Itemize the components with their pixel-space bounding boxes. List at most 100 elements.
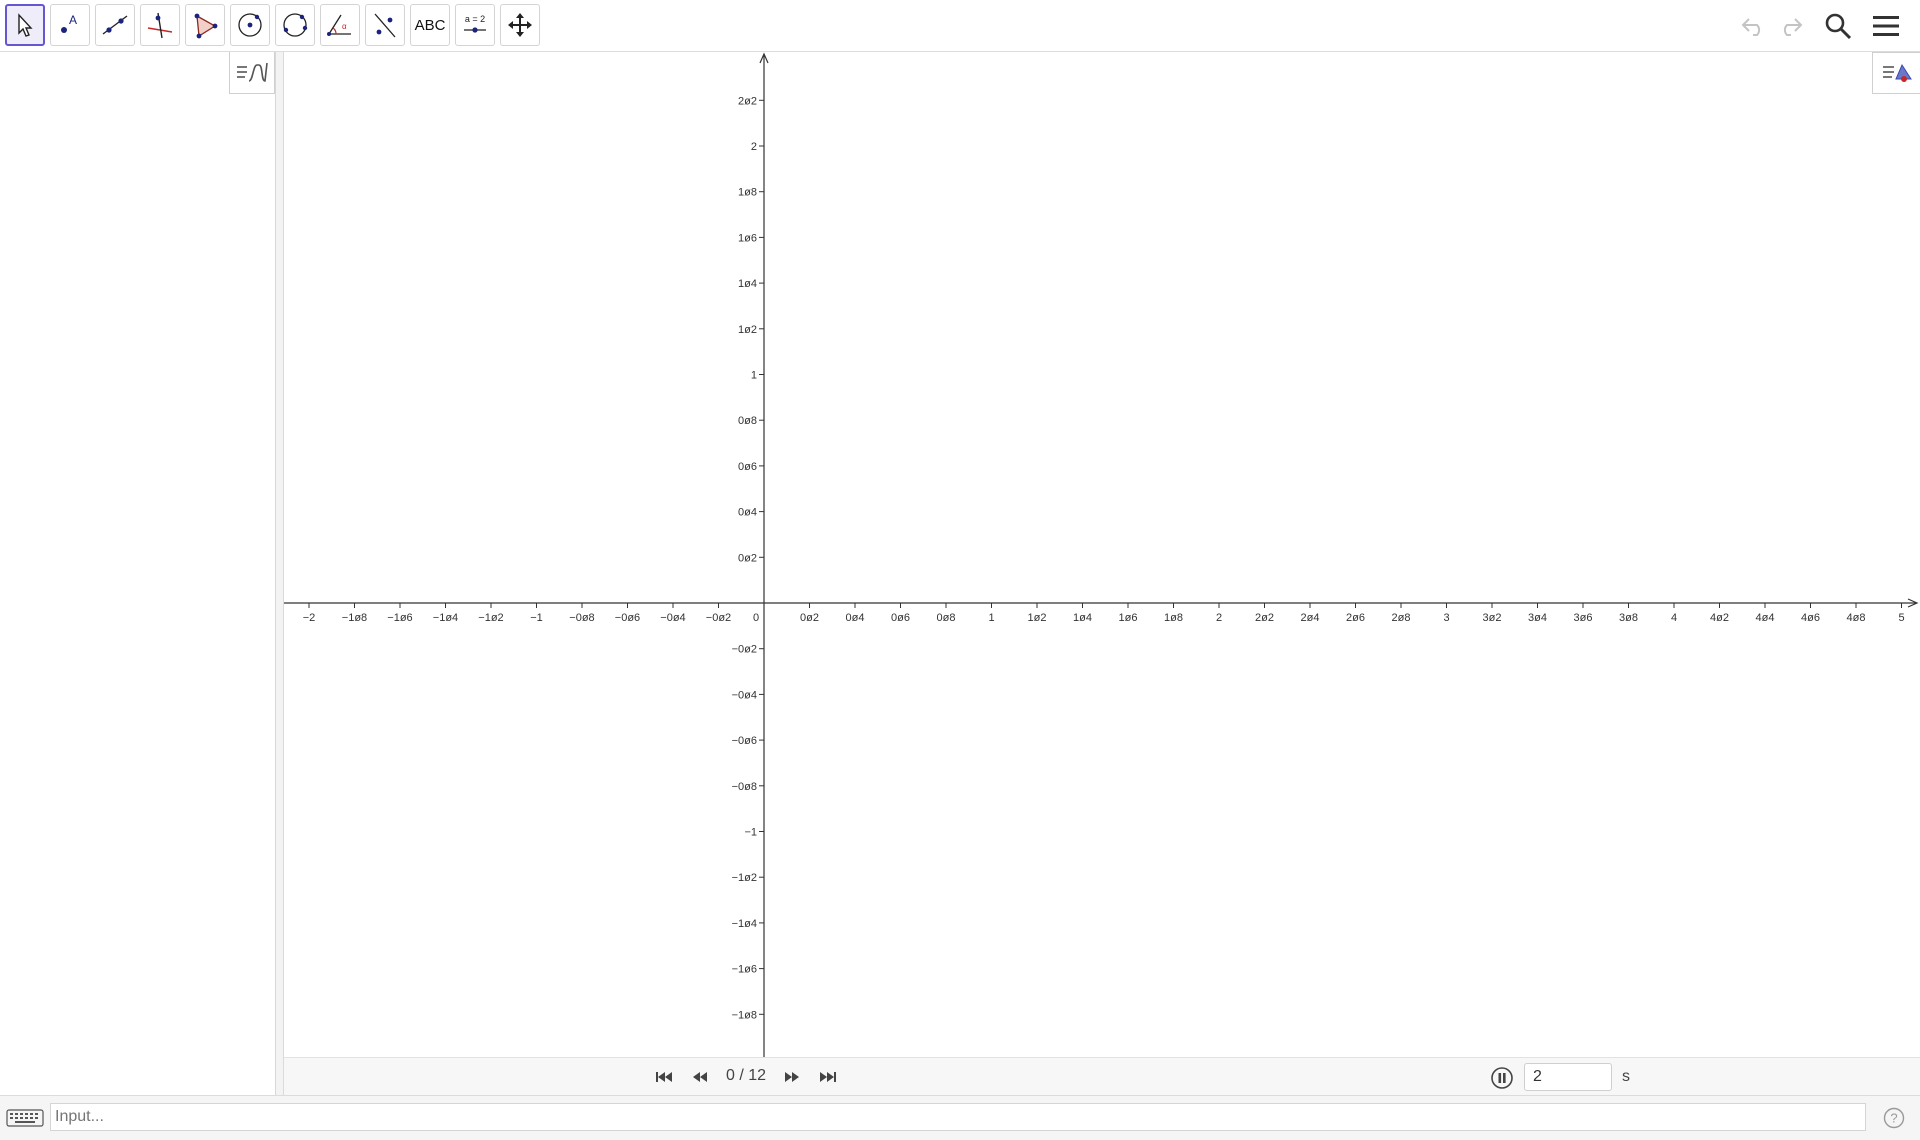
x-tick-label: −1ø2 xyxy=(478,612,503,624)
polygon-tool[interactable] xyxy=(185,4,225,46)
x-tick-label: 3ø8 xyxy=(1619,612,1638,624)
svg-text:α: α xyxy=(342,22,347,31)
y-tick-label: 1 xyxy=(751,370,757,382)
y-tick-label: −1ø8 xyxy=(732,1009,757,1021)
text-tool-label: ABC xyxy=(414,16,446,34)
play-pause-button[interactable] xyxy=(1490,1066,1514,1090)
x-tick-label: −0ø6 xyxy=(615,612,640,624)
y-tick-label: −0ø4 xyxy=(732,689,757,701)
reflect-tool[interactable] xyxy=(365,4,405,46)
slider-icon: a = 2 xyxy=(464,14,486,33)
y-tick-label: 0ø6 xyxy=(738,461,757,473)
x-tick-label: 2ø6 xyxy=(1346,612,1365,624)
circle-center-point-tool[interactable] xyxy=(230,4,270,46)
y-tick-label: −0ø6 xyxy=(732,735,757,747)
line-through-points-icon xyxy=(102,15,128,35)
graphics-style-bar-button[interactable] xyxy=(1872,52,1920,94)
point-tool[interactable]: A xyxy=(50,4,90,46)
next-step-button[interactable] xyxy=(782,1067,802,1087)
y-tick-label: −1ø4 xyxy=(732,918,757,930)
x-tick-label: 1ø2 xyxy=(1028,612,1047,624)
x-tick-label: 4ø4 xyxy=(1756,612,1775,624)
undo-icon xyxy=(1741,18,1761,36)
slider-tool-label: a = 2 xyxy=(465,14,485,24)
y-tick-label: 1ø2 xyxy=(738,324,757,336)
rewind-icon xyxy=(693,1072,707,1082)
redo-button[interactable] xyxy=(1774,10,1806,42)
x-tick-label: 3ø2 xyxy=(1483,612,1502,624)
first-step-button[interactable] xyxy=(654,1067,674,1087)
algebra-style-bar-button[interactable] xyxy=(229,52,275,94)
x-tick-label: 1 xyxy=(988,612,994,624)
x-tick-label: 3 xyxy=(1443,612,1449,624)
move-tool[interactable] xyxy=(5,4,45,46)
search-button[interactable] xyxy=(1822,10,1854,42)
slider-tool[interactable]: a = 2 xyxy=(455,4,495,46)
y-tick-label: 2 xyxy=(751,141,757,153)
x-tick-label: 4ø6 xyxy=(1801,612,1820,624)
x-tick-label: 2ø2 xyxy=(1255,612,1274,624)
keyboard-button[interactable] xyxy=(6,1106,44,1130)
x-tick-label: −1 xyxy=(530,612,543,624)
x-tick-label: 2 xyxy=(1216,612,1222,624)
x-tick-label: 0ø8 xyxy=(937,612,956,624)
y-tick-label: −0ø8 xyxy=(732,781,757,793)
angle-icon: α xyxy=(327,14,351,36)
text-tool[interactable]: ABC xyxy=(410,4,450,46)
point-icon: A xyxy=(61,13,77,33)
keyboard-icon xyxy=(6,1109,44,1127)
x-tick-label: −1ø4 xyxy=(433,612,458,624)
algebra-function-icon xyxy=(237,62,268,82)
menu-icon xyxy=(1873,16,1899,36)
x-tick-label: 0ø4 xyxy=(846,612,865,624)
graphics-view[interactable]: −2 −1ø8 −1ø6 −1ø4 −1ø2 −1 −0ø8 −0ø6 −0ø4 −0ø2 0 0ø2… xyxy=(284,52,1920,1057)
y-tick-label: −1 xyxy=(744,827,757,839)
x-tick-label: −2 xyxy=(303,612,316,624)
x-tick-label: 5 xyxy=(1898,612,1904,624)
x-tick-label: −0ø8 xyxy=(569,612,594,624)
polygon-icon xyxy=(194,13,218,39)
y-tick-label: −0ø2 xyxy=(732,644,757,656)
y-tick-label: 1ø6 xyxy=(738,232,757,244)
algebra-input-field[interactable] xyxy=(50,1103,1866,1131)
input-help-button[interactable]: ? xyxy=(1882,1106,1906,1130)
arrow-pointer-icon xyxy=(18,13,33,37)
pause-icon xyxy=(1491,1067,1513,1089)
skip-forward-icon xyxy=(820,1072,836,1082)
x-tick-label: 3ø4 xyxy=(1528,612,1547,624)
x-tick-label: −1ø6 xyxy=(387,612,412,624)
x-tick-label: 4ø8 xyxy=(1847,612,1866,624)
point-tool-label: A xyxy=(69,13,77,27)
x-tick-label: −1ø8 xyxy=(342,612,367,624)
animation-speed-input[interactable] xyxy=(1524,1063,1612,1091)
svg-text:?: ? xyxy=(1890,1111,1897,1126)
x-tick-label: −0ø2 xyxy=(706,612,731,624)
line-tool[interactable] xyxy=(95,4,135,46)
circle-three-points-tool[interactable] xyxy=(275,4,315,46)
circle-center-icon xyxy=(238,13,262,37)
last-step-button[interactable] xyxy=(818,1067,838,1087)
main-menu-button[interactable] xyxy=(1870,10,1902,42)
y-tick-label: 0ø4 xyxy=(738,507,757,519)
graphics-style-icon xyxy=(1882,63,1912,82)
help-icon: ? xyxy=(1883,1107,1905,1129)
reflect-about-line-icon xyxy=(374,13,396,38)
redo-icon xyxy=(1783,18,1803,36)
perpendicular-line-tool[interactable] xyxy=(140,4,180,46)
y-tick-label: 0ø2 xyxy=(738,552,757,564)
x-tick-label: 0ø2 xyxy=(800,612,819,624)
x-tick-label: 2ø8 xyxy=(1392,612,1411,624)
angle-tool[interactable]: α xyxy=(320,4,360,46)
move-view-icon xyxy=(508,13,532,37)
x-tick-label: 3ø6 xyxy=(1574,612,1593,624)
move-graphics-view-tool[interactable] xyxy=(500,4,540,46)
view-divider[interactable] xyxy=(276,52,284,1095)
skip-back-icon xyxy=(656,1072,672,1082)
x-tick-label: 4 xyxy=(1671,612,1677,624)
previous-step-button[interactable] xyxy=(690,1067,710,1087)
x-tick-label: 0 xyxy=(753,612,759,624)
undo-button[interactable] xyxy=(1738,10,1770,42)
y-tick-label: −1ø6 xyxy=(732,964,757,976)
y-tick-label: 0ø8 xyxy=(738,415,757,427)
algebra-view xyxy=(0,52,276,1095)
